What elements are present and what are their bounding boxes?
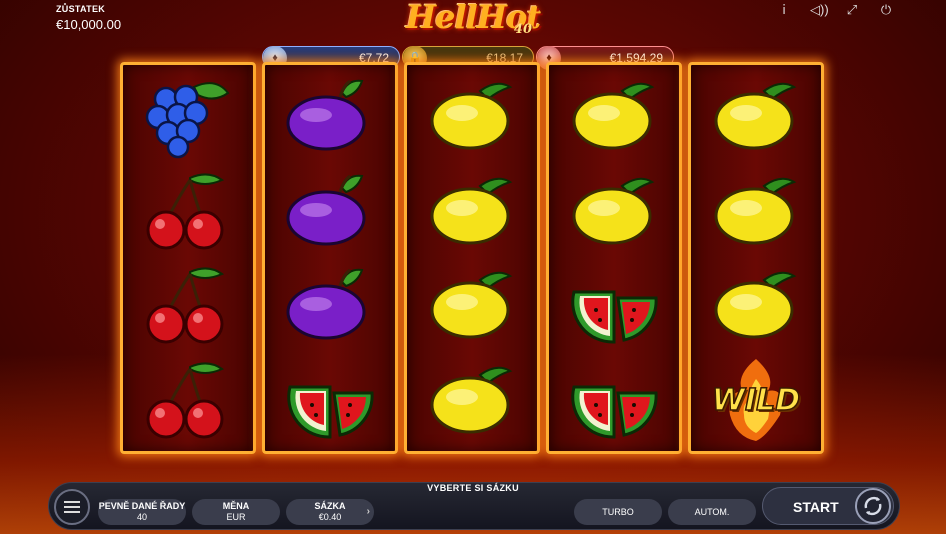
start-label: START (793, 499, 839, 515)
lemon-icon (422, 357, 522, 443)
info-icon[interactable]: ⅰ (776, 2, 792, 18)
lines-value: 40 (136, 512, 147, 522)
top-icon-bar: ⅰ ◁)) ⤢ ⏻ (776, 2, 894, 18)
cherry-icon (138, 357, 238, 443)
currency-value: EUR (226, 512, 246, 522)
cherry-icon (138, 262, 238, 348)
reel-4 (546, 62, 682, 454)
wild-icon: WILD (706, 357, 806, 443)
lemon-icon (422, 168, 522, 254)
fullscreen-icon[interactable]: ⤢ (844, 2, 860, 18)
balance-display: ZŮSTATEK €10,000.00 (56, 4, 121, 32)
cherry-icon (138, 168, 238, 254)
chevron-right-icon[interactable]: › (367, 506, 370, 517)
wild-label: WILD (711, 382, 801, 419)
currency-pill[interactable]: MĚNA EUR (192, 499, 280, 525)
currency-label: MĚNA (222, 501, 250, 511)
power-icon[interactable]: ⏻ (878, 2, 894, 18)
spin-icon[interactable] (855, 488, 891, 524)
logo-word: HellHot (405, 0, 541, 36)
bet-value: €0.40 (318, 512, 342, 522)
watermelon-icon (564, 357, 664, 443)
lemon-icon (706, 168, 806, 254)
sound-icon[interactable]: ◁)) (810, 2, 829, 18)
watermelon-icon (280, 357, 380, 443)
lemon-icon (564, 73, 664, 159)
game-logo: HellHot 40 (388, 0, 558, 42)
lemon-icon (564, 168, 664, 254)
lemon-icon (706, 73, 806, 159)
reel-1 (120, 62, 256, 454)
reel-2 (262, 62, 398, 454)
bet-label: SÁZKA (314, 501, 346, 511)
reel-5: WILD (688, 62, 824, 454)
lemon-icon (422, 73, 522, 159)
autoplay-button[interactable]: AUTOM. (668, 499, 756, 525)
logo-number: 40 (513, 22, 532, 37)
start-button[interactable]: START (762, 487, 894, 525)
menu-button[interactable] (54, 489, 90, 525)
balance-value: €10,000.00 (56, 17, 122, 32)
lemon-icon (706, 262, 806, 348)
bet-pill[interactable]: SÁZKA €0.40 › (286, 499, 374, 525)
lemon-icon (422, 262, 522, 348)
plum-icon (280, 262, 380, 348)
grapes-icon (138, 73, 238, 159)
plum-icon (280, 168, 380, 254)
reel-grid: WILD (120, 62, 824, 454)
reel-3 (404, 62, 540, 454)
menu-icon (64, 501, 80, 503)
lines-pill[interactable]: PEVNĚ DANÉ ŘADY 40 (98, 499, 186, 525)
plum-icon (280, 73, 380, 159)
balance-label: ZŮSTATEK (56, 4, 106, 14)
turbo-button[interactable]: TURBO (574, 499, 662, 525)
watermelon-icon (564, 262, 664, 348)
lines-label: PEVNĚ DANÉ ŘADY (98, 501, 186, 511)
